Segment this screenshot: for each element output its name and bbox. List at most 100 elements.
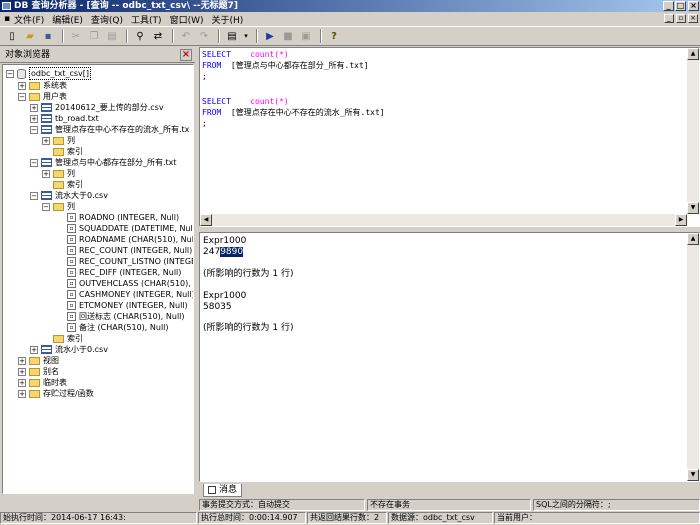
tree-node-column[interactable]: ▫ ROADNO (INTEGER, Null) [67,212,179,223]
tree-node-indexes[interactable]: 索引 [53,333,83,344]
save-icon[interactable]: ▪ [40,28,56,44]
row-count-status: 共返回结果行数：2 [307,512,387,524]
column-icon: ▫ [67,213,76,222]
title-bar: DB 查询分析器 - [查询 -- odbc_txt_csv\ --无标题7] … [0,0,700,12]
parse-icon[interactable]: ▣ [298,28,314,44]
mdi-minimize-button[interactable]: _ [664,14,674,23]
tree-node-table[interactable]: + 流水小于0.csv [30,344,108,355]
editor-horizontal-scrollbar[interactable]: ◀ ▶ [200,214,687,226]
object-browser-title: 对象浏览器 [0,47,195,63]
folder-icon [29,367,40,376]
tree-node-column[interactable]: ▫ CASHMONEY (INTEGER, Null) [67,289,193,300]
menu-query[interactable]: 查询(Q) [87,13,127,26]
tree-node-column[interactable]: ▫ ETCMONEY (INTEGER, Null) [67,300,188,311]
tab-messages[interactable]: 消息 [203,484,243,497]
table-icon [41,114,52,123]
undo-icon[interactable]: ↶ [178,28,194,44]
scroll-up-icon[interactable]: ▲ [687,48,699,60]
maximize-button[interactable]: □ [675,1,686,11]
tree-node-column[interactable]: ▫ 回送标志 (CHAR(510), Null) [67,311,185,322]
scroll-down-icon[interactable]: ▼ [687,469,699,481]
column-icon: ▫ [67,290,76,299]
tree-node-table[interactable]: − 管理点存在中心不存在的流水_所有.tx [30,124,189,135]
result-value: 2479890 [203,247,244,257]
results-vertical-scrollbar[interactable]: ▲ ▼ [687,233,699,481]
doc-menu-icon[interactable]: ▪ [2,14,10,24]
editor-vertical-scrollbar[interactable]: ▲ ▼ [687,48,699,214]
results-mode-dropdown-icon[interactable]: ▾ [242,28,250,44]
menu-edit[interactable]: 编辑(E) [48,13,87,26]
help-icon[interactable]: ? [326,28,342,44]
open-folder-icon[interactable]: ▰ [22,28,38,44]
tree-node-temp-tables[interactable]: + 临时表 [18,377,67,388]
replace-icon[interactable]: ⇄ [150,28,166,44]
results-mode-icon[interactable]: ▤ [224,28,240,44]
result-tab-bar: 消息 [199,484,700,498]
tree-node-views[interactable]: + 视图 [18,355,59,366]
tree-node-indexes[interactable]: 索引 [53,179,83,190]
column-icon: ▫ [67,235,76,244]
tree-node-columns[interactable]: + 列 [42,168,75,179]
minimize-button[interactable]: _ [663,1,674,11]
find-icon[interactable]: ⚲ [132,28,148,44]
results-pane[interactable]: Expr1000 2479890 (所影响的行数为 1 行) Expr1000 … [199,232,700,482]
column-icon: ▫ [67,257,76,266]
app-icon [2,2,11,10]
tree-node-table[interactable]: − 流水大于0.csv [30,190,108,201]
tree-node-procedures[interactable]: + 存贮过程/函数 [18,388,94,399]
menu-file[interactable]: 文件(F) [10,13,48,26]
cut-icon[interactable]: ✂ [68,28,84,44]
code-line: FROM [管理点存在中心不存在的流水_所有.txt] [202,108,385,117]
sql-editor[interactable]: SELECT count(*) FROM [管理点与中心都存在部分_所有.txt… [199,47,700,227]
tree-node-column[interactable]: ▫ SQUADDATE (DATETIME, Null) [67,223,193,234]
column-icon: ▫ [67,268,76,277]
messages-icon [208,486,216,494]
table-icon [41,345,52,354]
commit-mode-status: 事务提交方式：自动提交 [199,499,365,511]
toolbar-separator [126,29,128,43]
mdi-restore-button[interactable]: ▫ [676,14,686,23]
stop-icon[interactable]: ■ [280,28,296,44]
status-bar-query: 事务提交方式：自动提交 不存在事务 SQL之间的分隔符：; [199,499,700,512]
menu-about[interactable]: 关于(H) [207,13,247,26]
menu-tools[interactable]: 工具(T) [127,13,166,26]
redo-icon[interactable]: ↷ [196,28,212,44]
close-window-button[interactable]: × [688,1,699,11]
execute-icon[interactable]: ▶ [262,28,278,44]
toolbar-separator [218,29,220,43]
tree-node-user-tables[interactable]: − 用户表 [18,91,67,102]
tree-node-column[interactable]: ▫ ROADNAME (CHAR(510), Null) [67,234,193,245]
separator-status: SQL之间的分隔符：; [533,499,700,511]
tree-node-columns[interactable]: − 列 [42,201,75,212]
tree-node-table[interactable]: + tb_road.txt [30,113,99,124]
scroll-right-icon[interactable]: ▶ [675,214,687,226]
result-message: (所影响的行数为 1 行) [203,269,294,279]
folder-icon [53,334,64,343]
tree-node-column[interactable]: ▫ OUTVEHCLASS (CHAR(510), Nu [67,278,193,289]
tree-node-table[interactable]: +20140612_要上传的部分.csv [30,102,164,113]
tree-node-column[interactable]: ▫ REC_COUNT_LISTNO (INTEGE [67,256,193,267]
code-line: ; [202,119,207,128]
result-message: (所影响的行数为 1 行) [203,323,294,333]
current-user-status: 当前用户： [494,512,700,524]
tree-node-root[interactable]: − odbc_txt_csv[] [6,67,91,80]
tree-node-column[interactable]: ▫ 备注 (CHAR(510), Null) [67,322,169,333]
elapsed-time-status: 执行总时间：0:00:14.907 [198,512,306,524]
paste-icon[interactable]: ▤ [104,28,120,44]
tree-node-column[interactable]: ▫ REC_COUNT (INTEGER, Null) [67,245,192,256]
new-file-icon[interactable]: ▯ [4,28,20,44]
tree-node-aliases[interactable]: + 别名 [18,366,59,377]
scroll-left-icon[interactable]: ◀ [200,214,212,226]
copy-icon[interactable]: ❐ [86,28,102,44]
scroll-up-icon[interactable]: ▲ [687,233,699,245]
folder-icon [53,202,64,211]
menu-window[interactable]: 窗口(W) [166,13,208,26]
tree-node-table[interactable]: − 管理点与中心都存在部分_所有.txt [30,157,177,168]
mdi-close-button[interactable]: × [688,14,698,23]
tree-node-system-tables[interactable]: + 系统表 [18,80,67,91]
close-icon[interactable]: × [180,49,192,61]
tree-node-column[interactable]: ▫ REC_DIFF (INTEGER, Null) [67,267,181,278]
tree-node-indexes[interactable]: 索引 [53,146,83,157]
tree-node-columns[interactable]: + 列 [42,135,75,146]
scroll-down-icon[interactable]: ▼ [687,202,699,214]
